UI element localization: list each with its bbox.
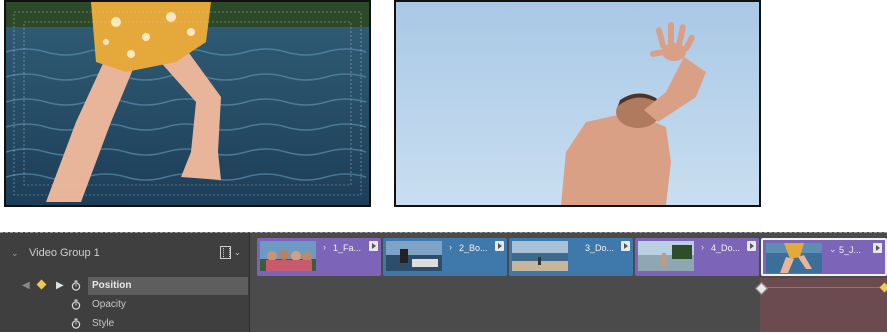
clip-thumbnail — [512, 241, 568, 271]
property-row-position[interactable]: ◀ ▶ Position — [0, 277, 249, 295]
clip-label: 3_Do... — [585, 243, 615, 253]
program-video-frame — [396, 2, 759, 205]
program-viewer[interactable] — [394, 0, 761, 207]
timeline-panel: ⌄ Video Group 1 ⌄ ◀ ▶ Position Opacity S… — [0, 232, 887, 332]
clip-fx-icon[interactable] — [621, 241, 630, 251]
clip-3[interactable]: 3_Do... — [509, 238, 633, 276]
clip-thumbnail — [766, 243, 822, 273]
property-label: Opacity — [92, 299, 126, 310]
clip-fx-icon[interactable] — [873, 243, 882, 253]
clip-fx-icon[interactable] — [495, 241, 504, 251]
chevron-down-icon: ⌄ — [829, 244, 837, 254]
property-label: Style — [92, 318, 115, 329]
clip-5-selected[interactable]: ⌄ 5_J... — [761, 238, 887, 276]
chevron-down-icon[interactable]: ⌄ — [234, 248, 241, 257]
prev-keyframe-icon[interactable]: ◀ — [22, 280, 30, 291]
source-viewer[interactable] — [4, 0, 371, 207]
next-keyframe-icon[interactable]: ▶ — [56, 280, 64, 291]
stopwatch-icon[interactable] — [71, 318, 81, 329]
transition-chevron-icon: › — [701, 242, 704, 252]
keyframe-lane — [250, 278, 887, 332]
video-group-row[interactable]: ⌄ Video Group 1 ⌄ — [0, 239, 249, 269]
stopwatch-icon[interactable] — [71, 280, 81, 291]
source-video-frame — [6, 2, 369, 205]
transition-chevron-icon: › — [449, 242, 452, 252]
clip-label: 4_Do... — [711, 243, 741, 253]
property-row-opacity[interactable]: Opacity — [0, 296, 249, 314]
collapse-chevron-icon[interactable]: ⌄ — [11, 248, 19, 259]
stopwatch-icon[interactable] — [71, 299, 81, 310]
clip-2[interactable]: › 2_Bo... — [383, 238, 507, 276]
clip-fx-icon[interactable] — [747, 241, 756, 251]
clip-thumbnail — [386, 241, 442, 271]
transition-chevron-icon: › — [323, 242, 326, 252]
clip-label: 5_J... — [839, 245, 862, 255]
clip-1[interactable]: › 1_Fa... — [257, 238, 381, 276]
clip-lane: › 1_Fa... › 2_Bo... 3_Do... › 4_Do... ⌄ … — [257, 238, 887, 278]
add-keyframe-icon[interactable] — [36, 279, 47, 290]
clip-thumbnail — [638, 241, 694, 271]
clip-label: 2_Bo... — [459, 243, 488, 253]
keyframe-curve — [760, 287, 887, 288]
property-label: Position — [92, 280, 132, 291]
property-row-style[interactable]: Style — [0, 315, 249, 333]
clip-label: 1_Fa... — [333, 243, 362, 253]
filmstrip-icon[interactable] — [220, 246, 231, 259]
clip-4[interactable]: › 4_Do... — [635, 238, 759, 276]
clip-thumbnail — [260, 241, 316, 271]
group-title: Video Group 1 — [29, 247, 100, 259]
track-header: ⌄ Video Group 1 ⌄ ◀ ▶ Position Opacity S… — [0, 233, 250, 332]
clip-fx-icon[interactable] — [369, 241, 378, 251]
